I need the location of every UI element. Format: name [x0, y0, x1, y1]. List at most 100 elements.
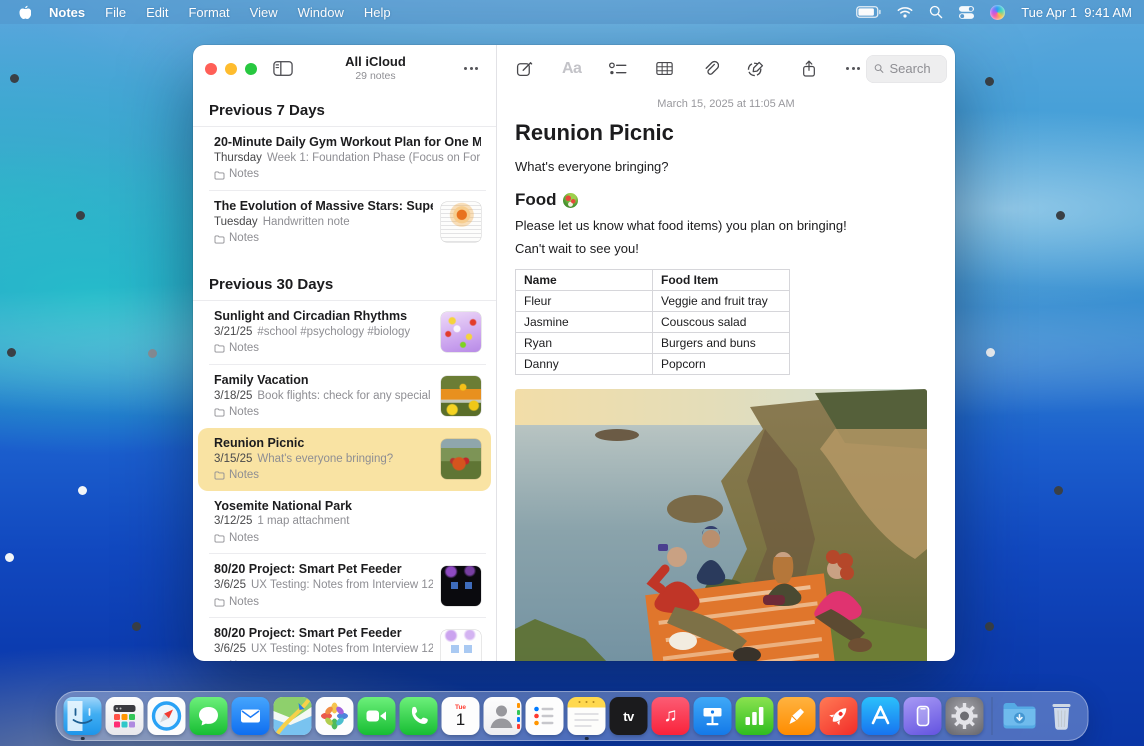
- dock-music-icon[interactable]: ♫: [652, 697, 690, 735]
- table-cell[interactable]: Danny: [516, 354, 653, 375]
- dock-contacts-icon[interactable]: [484, 697, 522, 735]
- table-button[interactable]: [651, 56, 678, 81]
- dock-maps-icon[interactable]: [274, 697, 312, 735]
- note-list-item-massive-stars[interactable]: The Evolution of Massive Stars: Supern..…: [198, 191, 491, 254]
- dock-calendar-icon[interactable]: Tue 1: [442, 697, 480, 735]
- note-editor[interactable]: March 15, 2025 at 11:05 AM Reunion Picni…: [497, 92, 955, 661]
- table-cell[interactable]: Fleur: [516, 291, 653, 312]
- minimize-button[interactable]: [225, 63, 237, 75]
- note-body-line[interactable]: Can't wait to see you!: [515, 240, 937, 258]
- checklist-button[interactable]: [604, 56, 632, 82]
- table-cell[interactable]: Couscous salad: [653, 312, 790, 333]
- note-thumbnail-molecule: [441, 312, 481, 352]
- note-title[interactable]: Reunion Picnic: [515, 120, 937, 146]
- search-input[interactable]: [889, 61, 939, 76]
- note-intro-text[interactable]: What's everyone bringing?: [515, 159, 937, 174]
- list-more-options-button[interactable]: [458, 61, 484, 76]
- dock-app-store-icon[interactable]: [862, 697, 900, 735]
- search-icon: [874, 62, 884, 75]
- table-cell[interactable]: Veggie and fruit tray: [653, 291, 790, 312]
- spotlight-search-icon[interactable]: [929, 5, 943, 19]
- dock-keynote-icon[interactable]: [694, 697, 732, 735]
- table-cell[interactable]: Popcorn: [653, 354, 790, 375]
- note-list-item-circadian[interactable]: Sunlight and Circadian Rhythms 3/21/25#s…: [198, 301, 491, 364]
- dock-mail-icon[interactable]: [232, 697, 270, 735]
- dock-notes-icon[interactable]: [568, 697, 606, 735]
- menu-item-file[interactable]: File: [95, 5, 136, 20]
- note-body-line[interactable]: Please let us know what food items) you …: [515, 217, 937, 235]
- control-center-icon[interactable]: [959, 5, 974, 20]
- dock-downloads-folder-icon[interactable]: [1001, 697, 1039, 735]
- dock-apps-grid-icon[interactable]: [106, 697, 144, 735]
- menu-item-notes[interactable]: Notes: [39, 5, 95, 20]
- menu-bar: Notes File Edit Format View Window Help …: [0, 0, 1144, 24]
- table-header-name[interactable]: Name: [516, 270, 653, 291]
- dock-trash-icon[interactable]: [1043, 697, 1081, 735]
- dock-launchpad-rocket-icon[interactable]: [820, 697, 858, 735]
- table-cell[interactable]: Jasmine: [516, 312, 653, 333]
- markup-icon[interactable]: [742, 55, 770, 82]
- note-list-item-reunion-picnic-selected[interactable]: Reunion Picnic 3/15/25What's everyone br…: [198, 428, 491, 491]
- wallpaper-dot: [5, 553, 14, 562]
- menu-item-help[interactable]: Help: [354, 5, 401, 20]
- note-item-title: 80/20 Project: Smart Pet Feeder: [214, 561, 433, 578]
- toggle-sidebar-button[interactable]: [273, 60, 293, 77]
- menu-item-view[interactable]: View: [240, 5, 288, 20]
- table-header-food-item[interactable]: Food Item: [653, 270, 790, 291]
- new-note-button[interactable]: [511, 55, 538, 82]
- dock-phone-icon[interactable]: [400, 697, 438, 735]
- note-item-folder: Notes: [229, 231, 259, 247]
- note-more-options-button[interactable]: [840, 61, 866, 76]
- note-list-item-family-vacation[interactable]: Family Vacation 3/18/25Book flights: che…: [198, 365, 491, 428]
- menu-item-window[interactable]: Window: [288, 5, 354, 20]
- wallpaper-dot: [986, 348, 995, 357]
- format-text-button[interactable]: Aa: [558, 56, 585, 82]
- share-icon[interactable]: [796, 55, 822, 83]
- note-list-item-yosemite[interactable]: Yosemite National Park 3/12/251 map atta…: [198, 491, 491, 554]
- dock-iphone-mirroring-icon[interactable]: [904, 697, 942, 735]
- dock-pages-icon[interactable]: [778, 697, 816, 735]
- desktop-wallpaper: Notes File Edit Format View Window Help …: [0, 0, 1144, 746]
- note-thumbnail-vacation: [441, 376, 481, 416]
- food-heading[interactable]: Food: [515, 190, 557, 210]
- dock-photos-icon[interactable]: [316, 697, 354, 735]
- note-item-preview: Book flights: check for any special dea: [257, 390, 433, 402]
- food-table[interactable]: Name Food Item Fleur Veggie and fruit tr…: [515, 269, 790, 375]
- folder-icon: [214, 235, 225, 244]
- calendar-day-number: 1: [456, 711, 465, 728]
- menu-item-edit[interactable]: Edit: [136, 5, 178, 20]
- menu-item-format[interactable]: Format: [178, 5, 239, 20]
- dock-tv-icon[interactable]: tv: [610, 697, 648, 735]
- menu-bar-clock[interactable]: Tue Apr 1 9:41 AM: [1021, 5, 1132, 20]
- search-field[interactable]: [866, 55, 947, 83]
- table-cell[interactable]: Ryan: [516, 333, 653, 354]
- dock-system-settings-icon[interactable]: [946, 697, 984, 735]
- table-cell[interactable]: Burgers and buns: [653, 333, 790, 354]
- wallpaper-dot: [132, 622, 141, 631]
- wallpaper-dot: [78, 486, 87, 495]
- folder-icon: [214, 534, 225, 543]
- note-item-folder: Notes: [229, 167, 259, 183]
- wifi-icon[interactable]: [897, 6, 913, 18]
- wallpaper-dot: [1056, 211, 1065, 220]
- battery-icon[interactable]: [856, 6, 881, 18]
- note-list-item-gym-workout[interactable]: 20-Minute Daily Gym Workout Plan for One…: [198, 127, 491, 190]
- dock-messages-icon[interactable]: [190, 697, 228, 735]
- dock-finder-icon[interactable]: [64, 697, 102, 735]
- note-list-item-8020-project-2[interactable]: 80/20 Project: Smart Pet Feeder 3/6/25UX…: [198, 618, 491, 661]
- dock-reminders-icon[interactable]: [526, 697, 564, 735]
- picnic-photo[interactable]: [515, 389, 927, 661]
- attachment-paperclip-icon[interactable]: [697, 55, 723, 82]
- note-item-preview: #school #psychology #biology: [257, 326, 410, 338]
- dock-numbers-icon[interactable]: [736, 697, 774, 735]
- notes-window: All iCloud 29 notes Previous 7 Days 20-M…: [193, 45, 955, 661]
- notes-list: Previous 7 Days 20-Minute Daily Gym Work…: [193, 92, 496, 661]
- dock-facetime-icon[interactable]: [358, 697, 396, 735]
- zoom-button[interactable]: [245, 63, 257, 75]
- note-list-item-8020-project-1[interactable]: 80/20 Project: Smart Pet Feeder 3/6/25UX…: [198, 554, 491, 617]
- siri-icon[interactable]: [990, 5, 1005, 20]
- note-item-folder: Notes: [229, 595, 259, 611]
- dock-safari-icon[interactable]: [148, 697, 186, 735]
- apple-menu-icon[interactable]: [18, 5, 31, 20]
- close-button[interactable]: [205, 63, 217, 75]
